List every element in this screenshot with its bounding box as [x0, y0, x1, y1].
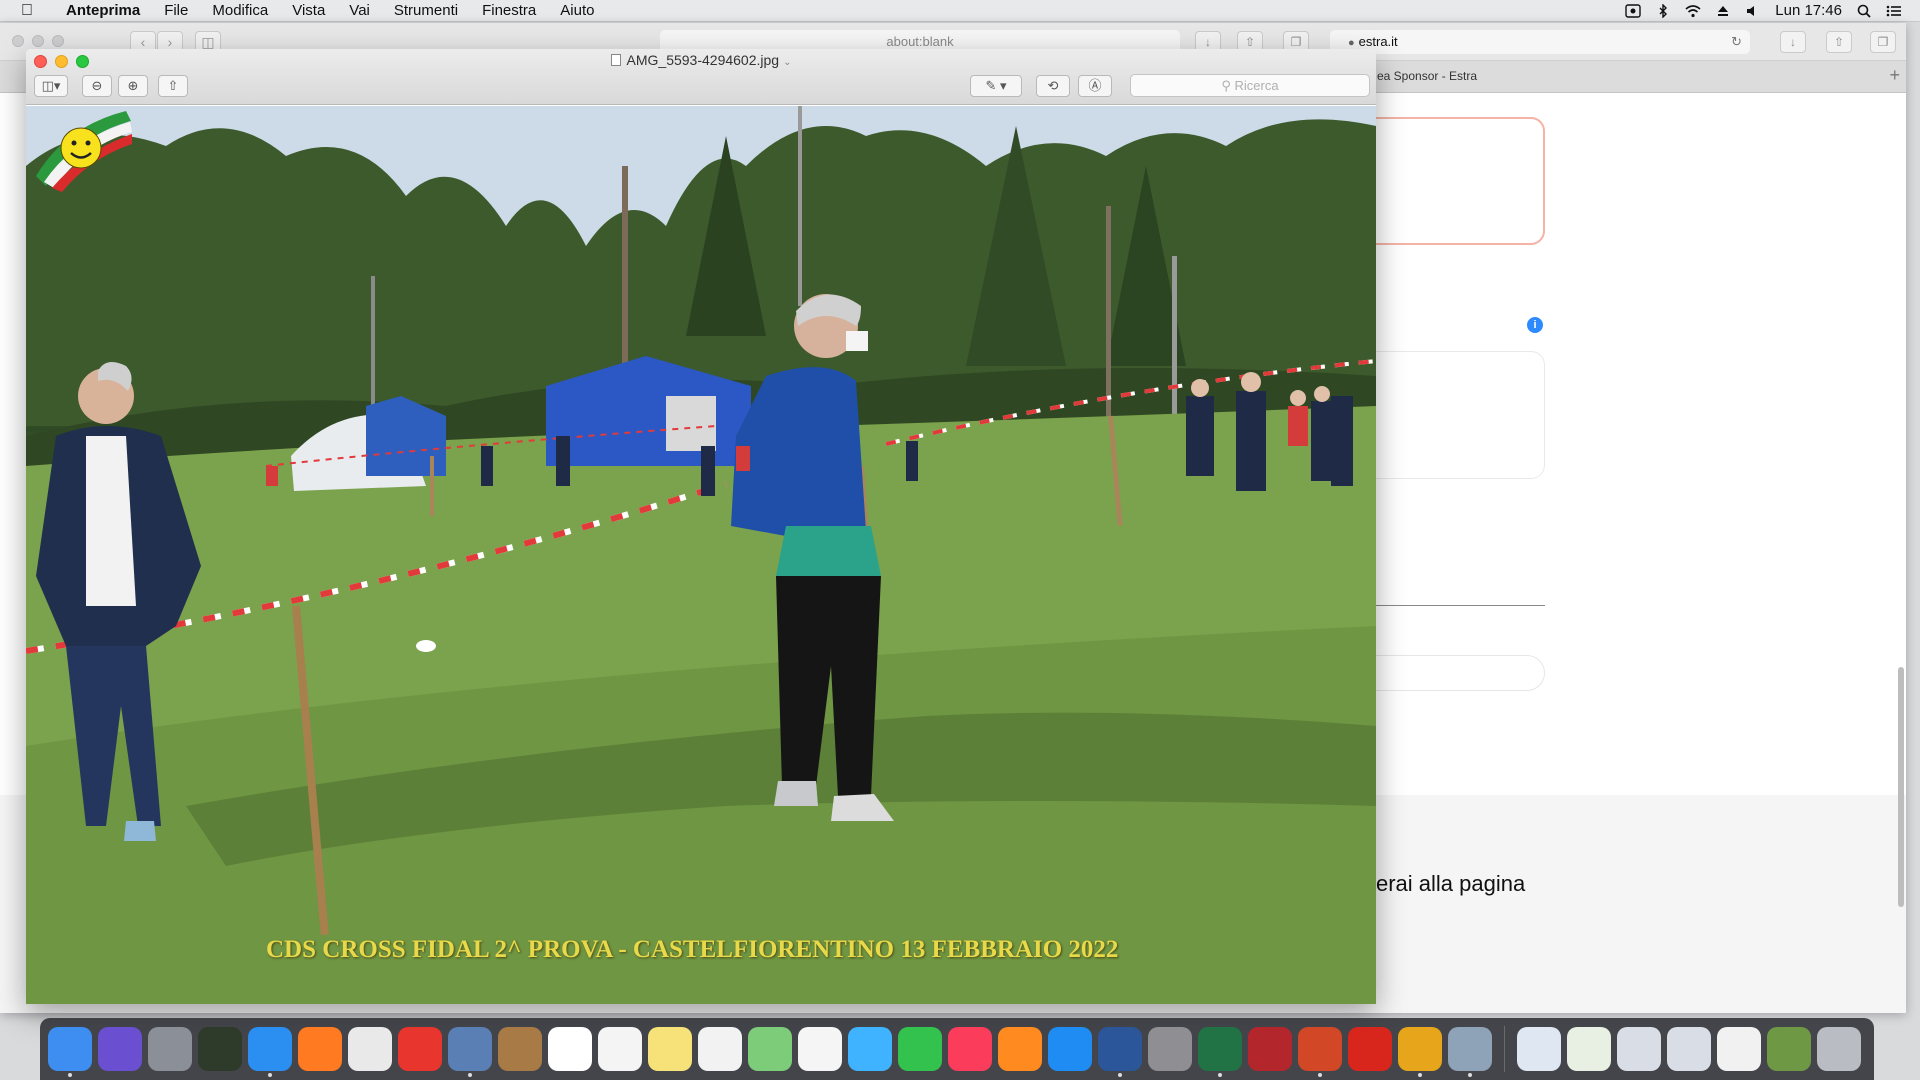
- reminders-icon[interactable]: [598, 1027, 642, 1071]
- text-thumbnail-icon[interactable]: [1717, 1027, 1761, 1071]
- window-thumbnail-icon[interactable]: [1617, 1027, 1661, 1071]
- spreadsheet-thumbnail-icon[interactable]: [1567, 1027, 1611, 1071]
- site-url: estra.it: [1358, 34, 1398, 49]
- bluetooth-icon[interactable]: [1655, 3, 1671, 18]
- download-icon-2[interactable]: ↓: [1780, 31, 1806, 53]
- trash-icon[interactable]: [1817, 1027, 1861, 1071]
- file-icon: [610, 54, 621, 66]
- photo-thumbnail-icon[interactable]: [1767, 1027, 1811, 1071]
- textedit-icon[interactable]: [698, 1027, 742, 1071]
- stickies-icon[interactable]: [648, 1027, 692, 1071]
- web-scrollbar[interactable]: [1898, 667, 1904, 907]
- word-icon[interactable]: [1098, 1027, 1142, 1077]
- web-page-text: erai alla pagina: [1376, 871, 1526, 896]
- books-icon[interactable]: [998, 1027, 1042, 1071]
- share-button[interactable]: ⇧: [158, 75, 188, 97]
- safari-close-button[interactable]: [12, 35, 24, 47]
- image-capture-icon[interactable]: [1448, 1027, 1492, 1077]
- dock-separator: [1504, 1026, 1505, 1072]
- window-title[interactable]: AMG_5593-4294602.jpg ⌄: [26, 52, 1376, 68]
- preview-icon[interactable]: [448, 1027, 492, 1077]
- running-indicator: [1418, 1073, 1422, 1077]
- wifi-icon[interactable]: [1685, 4, 1701, 18]
- mission-control-icon[interactable]: [198, 1027, 242, 1071]
- photo-viewer[interactable]: CDS CROSS FIDAL 2^ PROVA - CASTELFIORENT…: [26, 106, 1376, 1004]
- running-indicator: [1218, 1073, 1222, 1077]
- photo-scene: [26, 106, 1376, 1004]
- search-placeholder: Ricerca: [1234, 78, 1279, 93]
- dock: [40, 1018, 1874, 1080]
- share-icon-2[interactable]: ⇧: [1826, 31, 1852, 53]
- music-icon[interactable]: [948, 1027, 992, 1071]
- safari-window-controls: [12, 35, 64, 47]
- menu-bar:  Anteprima File Modifica Vista Vai Stru…: [0, 0, 1920, 22]
- anydesk-icon[interactable]: [398, 1027, 442, 1071]
- finder-icon[interactable]: [48, 1027, 92, 1077]
- new-tab-button[interactable]: +: [1889, 65, 1900, 86]
- screen-mirroring-icon[interactable]: [1625, 3, 1641, 18]
- reload-icon[interactable]: ↻: [1731, 30, 1742, 54]
- menu-vai[interactable]: Vai: [337, 0, 382, 22]
- menu-clock[interactable]: Lun 17:46: [1775, 2, 1842, 19]
- calendar-icon[interactable]: [548, 1027, 592, 1071]
- zoom-in-button[interactable]: ⊕: [118, 75, 148, 97]
- running-indicator: [468, 1073, 472, 1077]
- open-sign-icon[interactable]: [1398, 1027, 1442, 1077]
- photos-icon[interactable]: [798, 1027, 842, 1071]
- preview-window: AMG_5593-4294602.jpg ⌄ ◫▾ ⊖ ⊕ ⇧ ✎ ▾ ⟲ Ⓐ ⚲…: [26, 49, 1376, 1004]
- messages-icon[interactable]: [848, 1027, 892, 1071]
- safari-icon[interactable]: [248, 1027, 292, 1077]
- menu-aiuto[interactable]: Aiuto: [548, 0, 606, 22]
- firefox-icon[interactable]: [298, 1027, 342, 1071]
- sponsor-logo: [36, 111, 132, 192]
- preview-titlebar: AMG_5593-4294602.jpg ⌄ ◫▾ ⊖ ⊕ ⇧ ✎ ▾ ⟲ Ⓐ ⚲…: [26, 49, 1376, 105]
- menu-file[interactable]: File: [152, 0, 200, 22]
- search-field[interactable]: ⚲ Ricerca: [1130, 74, 1370, 97]
- launchpad-icon[interactable]: [148, 1027, 192, 1071]
- notification-center-icon[interactable]: [1886, 4, 1902, 18]
- chevron-down-icon: ⌄: [783, 57, 792, 68]
- safari-minimize-button[interactable]: [32, 35, 44, 47]
- app-store-icon[interactable]: [1048, 1027, 1092, 1071]
- tabs-overview-icon-2[interactable]: ❐: [1870, 31, 1896, 53]
- eject-icon[interactable]: [1715, 4, 1731, 18]
- markup-pen-button[interactable]: ✎ ▾: [970, 75, 1022, 97]
- rotate-button[interactable]: ⟲: [1036, 75, 1070, 97]
- file-name: AMG_5593-4294602.jpg: [626, 52, 780, 68]
- menu-modifica[interactable]: Modifica: [200, 0, 280, 22]
- sidebar-view-button[interactable]: ◫▾: [34, 75, 68, 97]
- running-indicator: [268, 1073, 272, 1077]
- spotlight-search-icon[interactable]: [1856, 4, 1872, 18]
- address-bar-estra[interactable]: ● estra.it ↻: [1330, 30, 1750, 54]
- running-indicator: [1318, 1073, 1322, 1077]
- notes-book-icon[interactable]: [498, 1027, 542, 1071]
- siri-icon[interactable]: [98, 1027, 142, 1071]
- apple-menu-icon[interactable]: : [0, 2, 54, 20]
- photo-caption: CDS CROSS FIDAL 2^ PROVA - CASTELFIORENT…: [266, 936, 1119, 963]
- lock-icon: ●: [1348, 37, 1355, 49]
- running-indicator: [1118, 1073, 1122, 1077]
- document-thumbnail-icon[interactable]: [1517, 1027, 1561, 1071]
- markup-toolbar-button[interactable]: Ⓐ: [1078, 75, 1112, 97]
- system-preferences-icon[interactable]: [1148, 1027, 1192, 1071]
- chrome-icon[interactable]: [348, 1027, 392, 1071]
- running-indicator: [68, 1073, 72, 1077]
- window-thumbnail-icon[interactable]: [1667, 1027, 1711, 1071]
- tab-estra-sponsor[interactable]: ea Sponsor - Estra: [1370, 61, 1880, 92]
- menu-strumenti[interactable]: Strumenti: [382, 0, 470, 22]
- facetime-icon[interactable]: [898, 1027, 942, 1071]
- running-indicator: [1468, 1073, 1472, 1077]
- photo-booth-icon[interactable]: [1248, 1027, 1292, 1071]
- powerpoint-icon[interactable]: [1298, 1027, 1342, 1077]
- volume-icon[interactable]: [1745, 4, 1761, 18]
- excel-icon[interactable]: [1198, 1027, 1242, 1077]
- menu-finestra[interactable]: Finestra: [470, 0, 548, 22]
- zoom-out-button[interactable]: ⊖: [82, 75, 112, 97]
- maps-icon[interactable]: [748, 1027, 792, 1071]
- menu-vista[interactable]: Vista: [280, 0, 337, 22]
- safari-zoom-button[interactable]: [52, 35, 64, 47]
- menu-app-name[interactable]: Anteprima: [54, 0, 152, 22]
- acrobat-icon[interactable]: [1348, 1027, 1392, 1071]
- info-icon[interactable]: i: [1527, 317, 1543, 333]
